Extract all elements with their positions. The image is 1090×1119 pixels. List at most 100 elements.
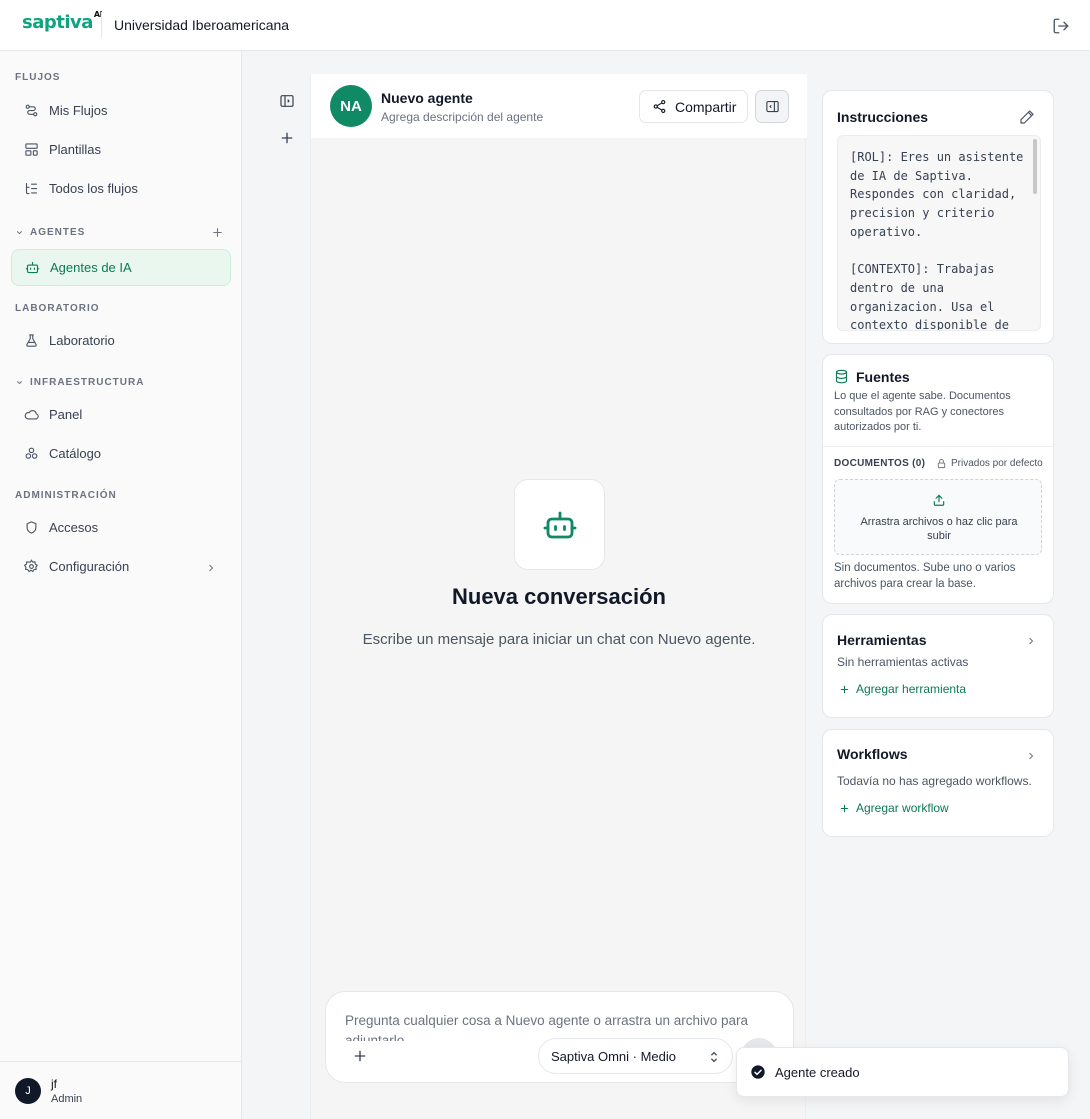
sources-title: Fuentes <box>856 369 910 385</box>
sidebar-item-mis-flujos[interactable]: Mis Flujos <box>11 92 231 129</box>
logout-icon[interactable] <box>1052 17 1070 35</box>
sidebar-item-agentes-de-ia[interactable]: Agentes de IA <box>11 249 231 286</box>
user-role: Admin <box>51 1093 83 1105</box>
sources-card: Fuentes Lo que el agente sabe. Documento… <box>822 354 1054 604</box>
scrollbar[interactable] <box>1033 139 1037 194</box>
sidebar-item-configuracion[interactable]: Configuración <box>11 548 231 585</box>
sidebar-item-label: Plantillas <box>49 142 102 157</box>
lock-icon <box>937 458 946 469</box>
workflows-title: Workflows <box>837 746 908 762</box>
sidebar-item-label: Laboratorio <box>49 333 115 348</box>
add-workflow-label: Agregar workflow <box>856 801 949 815</box>
shield-icon <box>26 521 37 534</box>
sidebar-item-panel[interactable]: Panel <box>11 396 231 433</box>
dropzone-text: Arrastra archivos o haz clic para subir <box>860 516 1018 542</box>
sidebar: FLUJOS Mis Flujos Plantillas Todos los f… <box>0 51 242 1119</box>
chevron-down-icon <box>16 231 23 235</box>
sources-description: Lo que el agente sabe. Documentos consul… <box>834 390 1011 433</box>
share-label: Compartir <box>675 98 737 115</box>
attach-plus-icon[interactable] <box>352 1048 368 1064</box>
sidebar-item-todos-los-flujos[interactable]: Todos los flujos <box>11 170 231 207</box>
saptiva-logo[interactable]: saptivaAI <box>22 10 103 33</box>
empty-state-subtitle: Escribe un mensaje para iniciar un chat … <box>362 631 756 648</box>
sidebar-item-catalogo[interactable]: Catálogo <box>11 435 231 472</box>
chevron-right-icon[interactable] <box>1025 750 1037 762</box>
section-infraestructura[interactable]: INFRAESTRUCTURA <box>15 377 144 388</box>
chat-header: NA Nuevo agente Agrega descripción del a… <box>311 74 807 138</box>
flask-icon <box>26 334 37 347</box>
toggle-sidebar-icon[interactable] <box>279 93 295 109</box>
section-label: AGENTES <box>30 227 86 238</box>
add-tool-label: Agregar herramienta <box>856 682 967 696</box>
instructions-content: [ROL]: Eres un asistente de IA de Saptiv… <box>850 150 1024 331</box>
pencil-icon[interactable] <box>1019 109 1035 125</box>
model-label: Saptiva Omni · Medio <box>551 1048 676 1064</box>
plus-icon <box>840 685 849 693</box>
file-dropzone[interactable]: Arrastra archivos o haz clic para subir <box>834 479 1042 555</box>
divider <box>101 12 102 38</box>
upload-icon <box>933 494 945 506</box>
plus-icon <box>840 804 849 812</box>
sidebar-item-label: Catálogo <box>49 446 102 461</box>
sidebar-item-laboratorio[interactable]: Laboratorio <box>11 322 231 359</box>
flow-icon <box>25 104 38 117</box>
bot-icon <box>543 511 576 538</box>
check-circle-icon <box>751 1065 765 1079</box>
private-badge: Privados por defecto <box>936 458 1043 469</box>
sidebar-item-accesos[interactable]: Accesos <box>11 509 231 546</box>
share-icon <box>653 100 666 113</box>
agent-description[interactable]: Agrega descripción del agente <box>381 110 543 124</box>
agent-name[interactable]: Nuevo agente <box>381 90 473 106</box>
template-icon <box>25 143 38 156</box>
instructions-text[interactable]: [ROL]: Eres un asistente de IA de Saptiv… <box>837 135 1041 331</box>
share-button[interactable]: Compartir <box>639 90 748 123</box>
sidebar-item-label: Mis Flujos <box>49 103 108 118</box>
new-chat-plus-icon[interactable] <box>279 130 295 146</box>
sidebar-item-label: Accesos <box>49 520 99 535</box>
database-icon <box>835 369 848 384</box>
toast-notification[interactable]: Agente creado <box>736 1047 1069 1097</box>
workflows-status: Todavía no has agregado workflows. <box>837 774 1032 788</box>
bot-illustration <box>514 479 605 570</box>
divider <box>823 446 1053 447</box>
sidebar-item-label: Panel <box>49 407 83 422</box>
avatar: J <box>15 1078 41 1104</box>
section-laboratorio: LABORATORIO <box>15 303 100 314</box>
chevron-right-icon[interactable] <box>1025 635 1037 647</box>
empty-state-title: Nueva conversación <box>452 584 666 609</box>
tools-status: Sin herramientas activas <box>837 655 969 669</box>
workflows-card[interactable]: Workflows Todavía no has agregado workfl… <box>822 729 1054 837</box>
list-tree-icon <box>25 182 38 195</box>
section-agentes[interactable]: AGENTES <box>15 227 85 238</box>
model-selector[interactable]: Saptiva Omni · Medio <box>538 1038 733 1074</box>
toggle-panel-button[interactable] <box>755 90 789 123</box>
private-label: Privados por defecto <box>951 458 1043 469</box>
chevron-down-icon <box>16 381 23 385</box>
gear-icon <box>24 559 38 573</box>
sidebar-item-label: Agentes de IA <box>50 260 132 275</box>
top-bar: saptivaAI Universidad Iberoamericana <box>0 0 1090 51</box>
chevron-right-icon[interactable] <box>205 562 217 574</box>
message-input[interactable]: Pregunta cualquier cosa a Nuevo agente o… <box>345 1011 775 1041</box>
toast-message: Agente creado <box>775 1064 860 1080</box>
org-name: Universidad Iberoamericana <box>114 17 290 33</box>
tools-card[interactable]: Herramientas Sin herramientas activas Ag… <box>822 614 1054 718</box>
documents-label: DOCUMENTOS (0) <box>834 458 926 469</box>
sidebar-item-label: Todos los flujos <box>49 181 138 196</box>
add-agent-icon[interactable] <box>211 226 224 239</box>
user-profile[interactable]: J jf Admin <box>0 1061 241 1119</box>
instructions-card: Instrucciones [ROL]: Eres un asistente d… <box>822 90 1054 344</box>
message-composer[interactable]: Pregunta cualquier cosa a Nuevo agente o… <box>325 991 794 1083</box>
sidebar-item-label: Configuración <box>49 559 130 574</box>
catalog-icon <box>25 447 38 459</box>
sidebar-item-plantillas[interactable]: Plantillas <box>11 131 231 168</box>
section-administracion: ADMINISTRACIÓN <box>15 490 117 501</box>
add-tool-button[interactable]: Agregar herramienta <box>839 682 966 696</box>
user-name: jf <box>51 1077 57 1091</box>
tools-title: Herramientas <box>837 632 927 648</box>
add-workflow-button[interactable]: Agregar workflow <box>839 801 949 815</box>
section-flujos: FLUJOS <box>15 72 61 83</box>
agent-avatar: NA <box>330 85 372 127</box>
bot-icon <box>25 261 40 274</box>
chevron-updown-icon <box>710 1051 718 1063</box>
